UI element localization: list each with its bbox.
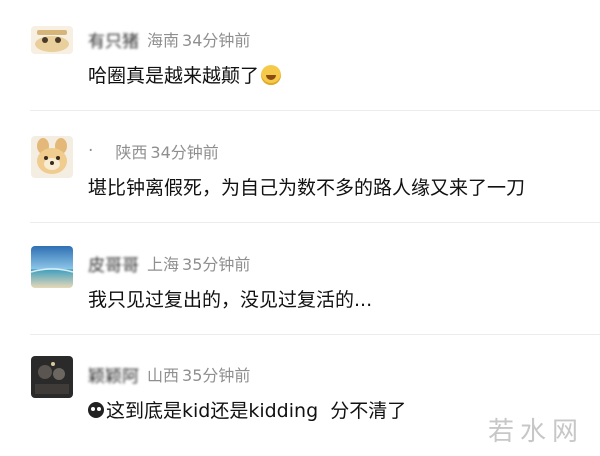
username[interactable]: 有只猪 (88, 27, 139, 52)
timestamp: 35分钟前 (182, 255, 251, 274)
comment-text: 堪比钟离假死，为自己为数不多的路人缘又来了一刀 (88, 177, 526, 199)
comment-text-row: 我只见过复出的，没见过复活的... (88, 285, 372, 312)
comment-text: 我只见过复出的，没见过复活的... (88, 289, 373, 311)
comment-text-row: 堪比钟离假死，为自己为数不多的路人缘又来了一刀 (88, 173, 525, 200)
location-label: 海南 (147, 31, 180, 50)
comment-text: 哈圈真是越来越颠了 (88, 65, 260, 87)
username[interactable]: 颖颖阿 (88, 362, 139, 387)
dark-photo-avatar-icon (31, 356, 73, 398)
comment-text: 这到底是kid还是kidding 分不清了 (106, 400, 407, 422)
avatar[interactable] (31, 356, 73, 398)
avatar[interactable] (31, 26, 73, 54)
location-label: 山西 (147, 366, 180, 385)
cartoon-sticker-avatar-icon (31, 26, 73, 54)
avatar[interactable] (31, 246, 73, 288)
comment-text-row: 这到底是kid还是kidding 分不清了 (88, 396, 406, 423)
ocean-sky-avatar-icon (31, 246, 73, 288)
divider (30, 334, 600, 335)
watermark: 若水网 (487, 417, 584, 447)
plush-bear-avatar-icon (31, 136, 73, 178)
divider (30, 222, 600, 223)
username[interactable]: 皮哥哥 (88, 251, 139, 276)
username[interactable]: · (88, 141, 93, 161)
timestamp: 34分钟前 (150, 143, 219, 162)
location-label: 上海 (147, 255, 180, 274)
comment-text-row: 哈圈真是越来越颠了 (88, 61, 282, 88)
timestamp: 35分钟前 (182, 366, 251, 385)
location-label: 陕西 (115, 143, 148, 162)
laughing-tears-emoji-icon (261, 64, 282, 85)
monkey-emoji-icon (88, 401, 104, 418)
timestamp: 34分钟前 (182, 31, 251, 50)
divider (30, 110, 600, 111)
avatar[interactable] (31, 136, 73, 178)
